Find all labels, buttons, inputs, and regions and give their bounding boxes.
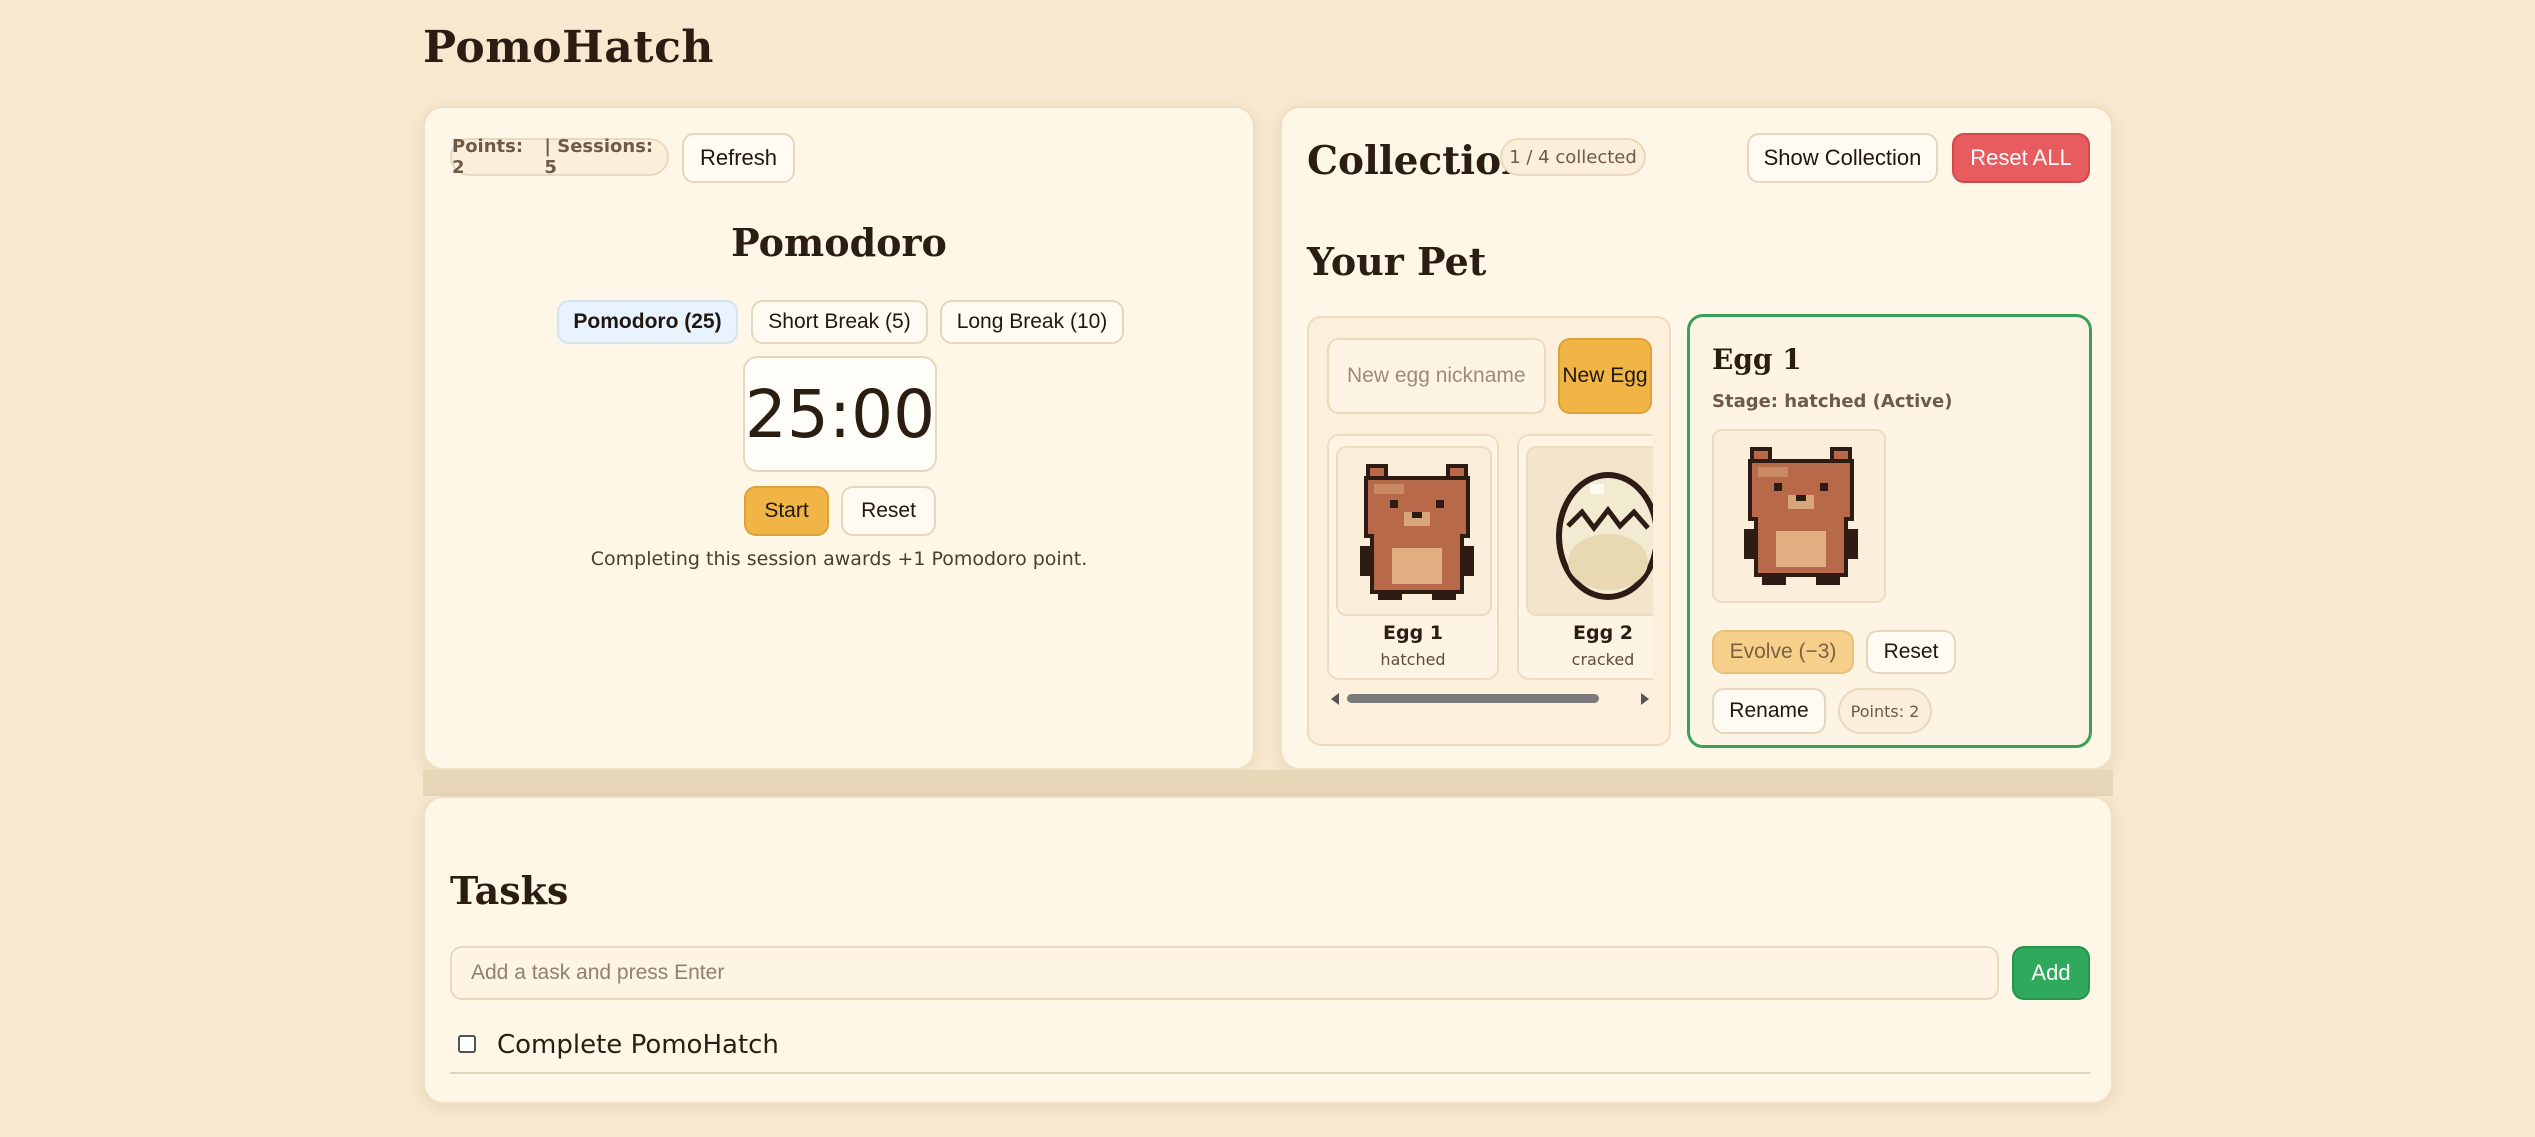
scrollbar-thumb[interactable] — [1347, 694, 1599, 703]
task-checkbox[interactable] — [458, 1035, 476, 1053]
stats-badge: Points: 2 | Sessions: 5 — [450, 136, 669, 178]
reset-timer-button[interactable]: Reset — [841, 486, 936, 536]
app-title: PomoHatch — [423, 22, 714, 73]
pet-points-badge: Points: 2 — [1838, 688, 1932, 734]
task-text: Complete PomoHatch — [497, 1030, 779, 1060]
show-collection-button[interactable]: Show Collection — [1747, 133, 1938, 183]
egg-card[interactable]: Egg 1 hatched — [1327, 434, 1499, 680]
points-stat: Points: 2 — [452, 136, 524, 178]
add-task-button[interactable]: Add — [2012, 946, 2090, 1000]
collection-card: Collection 1 / 4 collected Show Collecti… — [1280, 106, 2113, 770]
scroll-left-arrow-icon[interactable] — [1331, 693, 1339, 705]
task-row: Complete PomoHatch — [450, 1026, 2090, 1074]
bear-sprite-icon — [1712, 429, 1886, 603]
bear-sprite-icon — [1336, 446, 1492, 616]
egg-card-name: Egg 1 — [1382, 622, 1443, 644]
cracked-egg-icon — [1526, 446, 1653, 616]
reset-all-button[interactable]: Reset ALL — [1952, 133, 2090, 183]
sessions-stat: | Sessions: 5 — [544, 136, 654, 178]
new-egg-button[interactable]: New Egg — [1558, 338, 1652, 414]
pomodoro-card: Points: 2 | Sessions: 5 Refresh Pomodoro… — [423, 106, 1255, 770]
active-pet-stage: Stage: hatched (Active) — [1712, 391, 1953, 412]
egg-carousel[interactable]: Egg 1 hatched Egg 2 cracked — [1327, 434, 1653, 682]
pomodoro-title: Pomodoro — [731, 220, 947, 265]
timer-display: 25:00 — [743, 356, 937, 472]
mode-short-break-button[interactable]: Short Break (5) — [751, 300, 928, 344]
egg-card-name: Egg 2 — [1572, 622, 1633, 644]
collection-title: Collection — [1307, 138, 1530, 184]
your-pet-title: Your Pet — [1307, 239, 1487, 284]
rename-button[interactable]: Rename — [1712, 688, 1826, 734]
egg-carousel-scrollbar[interactable] — [1327, 690, 1653, 706]
task-input[interactable] — [450, 946, 1999, 1000]
refresh-button[interactable]: Refresh — [682, 133, 795, 183]
egg-card-stage: hatched — [1380, 650, 1446, 669]
egg-panel: New Egg — [1307, 316, 1671, 746]
session-note: Completing this session awards +1 Pomodo… — [590, 548, 1088, 570]
active-pet-name: Egg 1 — [1712, 343, 1802, 376]
collection-count-badge: 1 / 4 collected — [1500, 138, 1646, 176]
mode-long-break-button[interactable]: Long Break (10) — [940, 300, 1124, 344]
start-button[interactable]: Start — [744, 486, 829, 536]
tasks-card: Tasks Add Complete PomoHatch — [423, 796, 2113, 1104]
egg-nickname-input[interactable] — [1327, 338, 1546, 414]
section-divider — [423, 770, 2113, 796]
scroll-right-arrow-icon[interactable] — [1641, 693, 1649, 705]
tasks-title: Tasks — [450, 868, 569, 913]
egg-card-stage: cracked — [1571, 650, 1635, 669]
pet-reset-button[interactable]: Reset — [1866, 630, 1956, 674]
active-pet-card: Egg 1 Stage: hatched (Active) Evolve (−3… — [1687, 314, 2092, 748]
evolve-button[interactable]: Evolve (−3) — [1712, 630, 1854, 674]
egg-card[interactable]: Egg 2 cracked — [1517, 434, 1653, 680]
mode-pomodoro-button[interactable]: Pomodoro (25) — [557, 300, 738, 344]
